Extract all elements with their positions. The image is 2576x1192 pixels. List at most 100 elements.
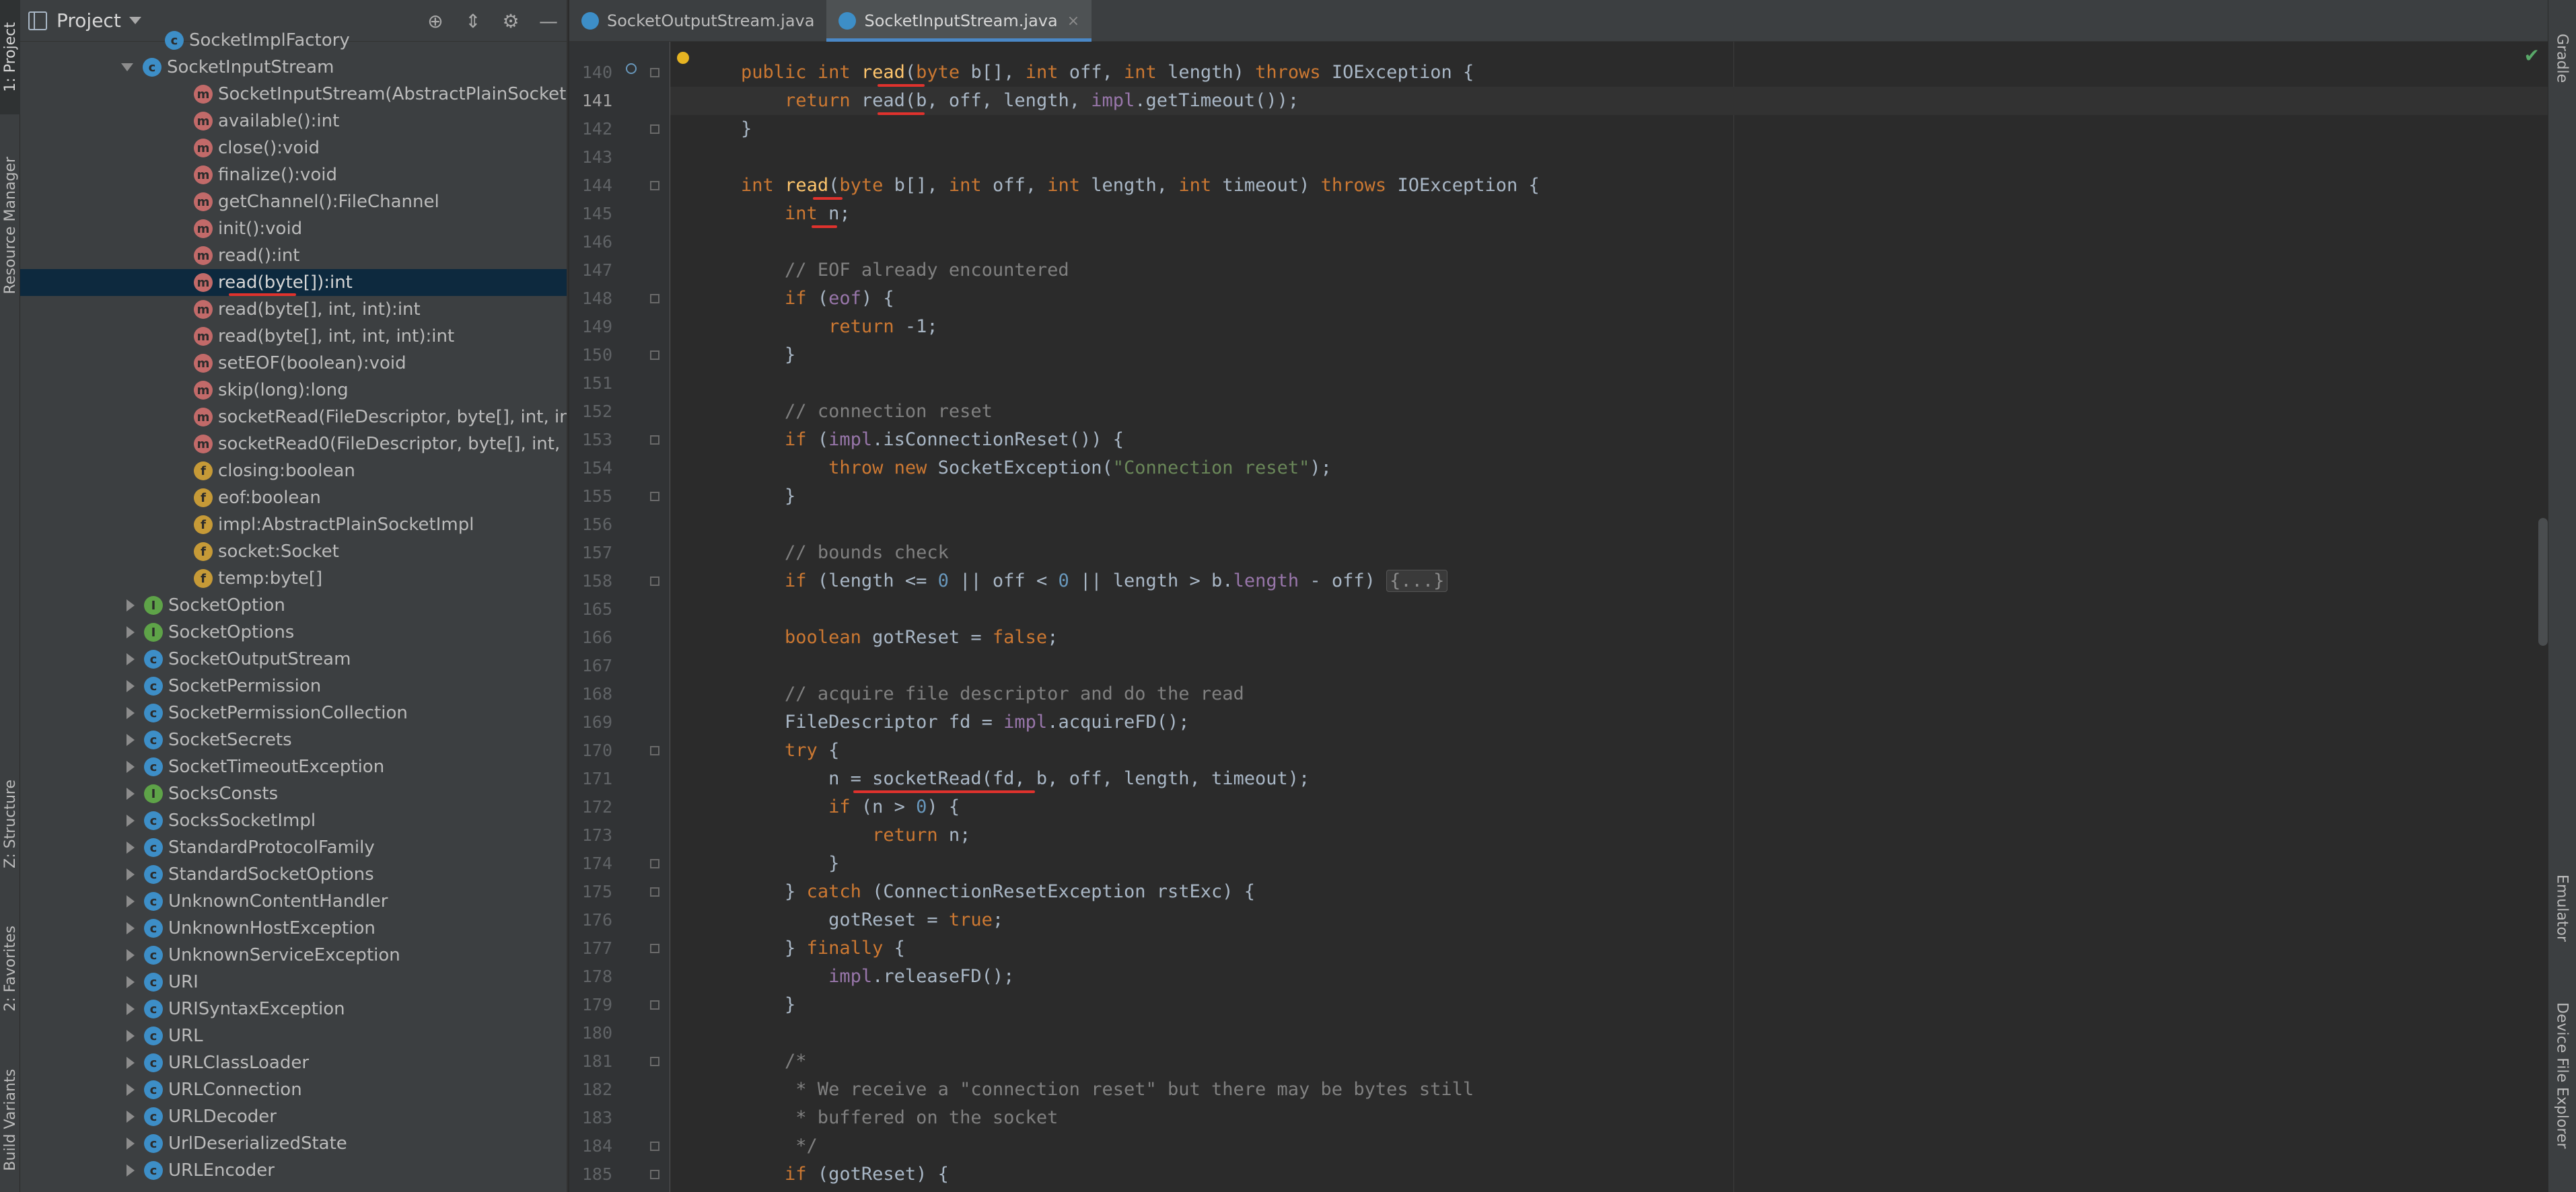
fold-marker-icon[interactable] [650,944,659,953]
code-line[interactable]: // connection reset [670,398,2548,426]
left-tool-tab[interactable]: 2: Favorites [0,901,20,1036]
tree-item[interactable]: m socketRead(FileDescriptor, byte[], int,… [20,404,567,431]
left-tool-tab[interactable]: Build Variants [0,1049,20,1191]
expand-arrow-icon[interactable] [121,63,133,71]
code-line[interactable]: throw new SocketException("Connection re… [670,454,2548,482]
code-line[interactable] [670,228,2548,256]
tree-item[interactable]: c StandardSocketOptions [20,861,567,888]
code-line[interactable]: } [670,341,2548,369]
tree-item[interactable]: m close():void [20,135,567,161]
tree-item[interactable]: c URLConnection [20,1076,567,1103]
code-line[interactable]: } [670,850,2548,878]
left-tool-tab[interactable]: 1: Project [0,0,20,114]
collapse-arrow-icon[interactable] [127,1030,135,1042]
tree-item[interactable]: m available():int [20,108,567,135]
fold-marker-icon[interactable] [650,294,659,303]
code-line[interactable]: public int read(byte b[], int off, int l… [670,59,2548,87]
tree-item[interactable]: f eof:boolean [20,484,567,511]
code-line[interactable] [670,369,2548,398]
code-line[interactable]: if (length <= 0 || off < 0 || length > b… [670,567,2548,595]
code-line[interactable]: int read(byte b[], int off, int length, … [670,172,2548,200]
collapse-arrow-icon[interactable] [127,1164,135,1177]
collapse-arrow-icon[interactable] [127,922,135,934]
code-line[interactable]: if (n > 0) { [670,793,2548,821]
collapse-arrow-icon[interactable] [127,1003,135,1015]
tree-item[interactable]: c SocketImplFactory [20,27,567,54]
code-line[interactable]: } catch (ConnectionResetException rstExc… [670,878,2548,906]
code-line[interactable]: FileDescriptor fd = impl.acquireFD(); [670,708,2548,737]
right-tool-tab[interactable]: Device File Explorer [2548,1002,2576,1184]
tree-item[interactable]: m getChannel():FileChannel [20,188,567,215]
tree-item[interactable]: m skip(long):long [20,377,567,404]
tree-item[interactable]: I SocketOption [20,592,567,619]
code-line[interactable] [670,511,2548,539]
fold-marker-icon[interactable] [650,1000,659,1010]
left-tool-tab[interactable]: Z: Structure [0,753,20,895]
code-line[interactable]: int n; [670,200,2548,228]
code-line[interactable] [670,595,2548,624]
override-marker-icon[interactable] [626,63,637,74]
tree-item[interactable]: c SocketInputStream [20,54,567,81]
collapse-arrow-icon[interactable] [127,626,135,638]
code-line[interactable]: } [670,482,2548,511]
collapse-arrow-icon[interactable] [127,707,135,719]
fold-marker-icon[interactable] [650,435,659,445]
fold-marker-icon[interactable] [650,576,659,586]
fold-marker-icon[interactable] [650,181,659,190]
tree-item[interactable]: c SocketPermissionCollection [20,700,567,727]
tree-item[interactable]: c UnknownContentHandler [20,888,567,915]
code-line[interactable] [670,1019,2548,1047]
tree-item[interactable]: c UnknownServiceException [20,942,567,969]
tree-item[interactable]: c URISyntaxException [20,996,567,1022]
collapse-arrow-icon[interactable] [127,788,135,800]
code-line[interactable]: impl.releaseFD(); [670,963,2548,991]
tree-item[interactable]: m finalize():void [20,161,567,188]
code-area[interactable]: public int read(byte b[], int off, int l… [670,42,2548,1192]
tree-item[interactable]: f closing:boolean [20,457,567,484]
tree-item[interactable]: c URLClassLoader [20,1049,567,1076]
inspection-ok-icon[interactable]: ✔ [2524,44,2540,67]
tree-item[interactable]: c SocketPermission [20,673,567,700]
right-tool-tab[interactable]: Emulator [2548,874,2576,969]
tree-item[interactable]: m SocketInputStream(AbstractPlainSocketIm… [20,81,567,108]
fold-marker-icon[interactable] [650,1170,659,1179]
code-line[interactable]: return read(b, off, length, impl.getTime… [670,87,2548,115]
right-tool-tab[interactable]: Gradle [2548,34,2576,101]
code-line[interactable]: * We receive a "connection reset" but th… [670,1076,2548,1104]
fold-marker-icon[interactable] [650,124,659,134]
tree-item[interactable]: m read(byte[], int, int):int [20,296,567,323]
code-line[interactable]: if (eof) { [670,285,2548,313]
collapse-arrow-icon[interactable] [127,653,135,665]
code-line[interactable]: // bounds check [670,539,2548,567]
collapse-arrow-icon[interactable] [127,815,135,827]
code-line[interactable]: impl.setConnectionResetPending(); [670,1189,2548,1192]
fold-marker-icon[interactable] [650,746,659,755]
code-line[interactable]: } [670,115,2548,143]
collapse-arrow-icon[interactable] [127,1111,135,1123]
tree-item[interactable]: m setEOF(boolean):void [20,350,567,377]
collapse-arrow-icon[interactable] [127,1138,135,1150]
code-line[interactable]: if (gotReset) { [670,1160,2548,1189]
code-line[interactable]: */ [670,1132,2548,1160]
collapse-arrow-icon[interactable] [127,842,135,854]
code-line[interactable] [670,143,2548,172]
fold-marker-icon[interactable] [650,350,659,360]
tree-item[interactable]: I SocksConsts [20,780,567,807]
tree-item[interactable]: m socketRead0(FileDescriptor, byte[], int… [20,431,567,457]
tree-item[interactable]: c URLEncoder [20,1157,567,1184]
tree-item[interactable]: I SocketOptions [20,619,567,646]
tree-item[interactable]: m read():int [20,242,567,269]
editor-tab[interactable]: SocketOutputStream.java [569,0,826,42]
code-line[interactable]: try { [670,737,2548,765]
code-line[interactable]: // acquire file descriptor and do the re… [670,680,2548,708]
close-icon[interactable]: × [1067,13,1079,30]
tree-item[interactable]: f socket:Socket [20,538,567,565]
tree-item[interactable]: c SocketOutputStream [20,646,567,673]
code-line[interactable]: boolean gotReset = false; [670,624,2548,652]
tree-item[interactable]: f temp:byte[] [20,565,567,592]
collapse-arrow-icon[interactable] [127,1057,135,1069]
code-line[interactable]: } finally { [670,934,2548,963]
code-line[interactable]: // EOF already encountered [670,256,2548,285]
chevron-down-icon[interactable] [129,17,141,24]
fold-marker-icon[interactable] [650,68,659,77]
